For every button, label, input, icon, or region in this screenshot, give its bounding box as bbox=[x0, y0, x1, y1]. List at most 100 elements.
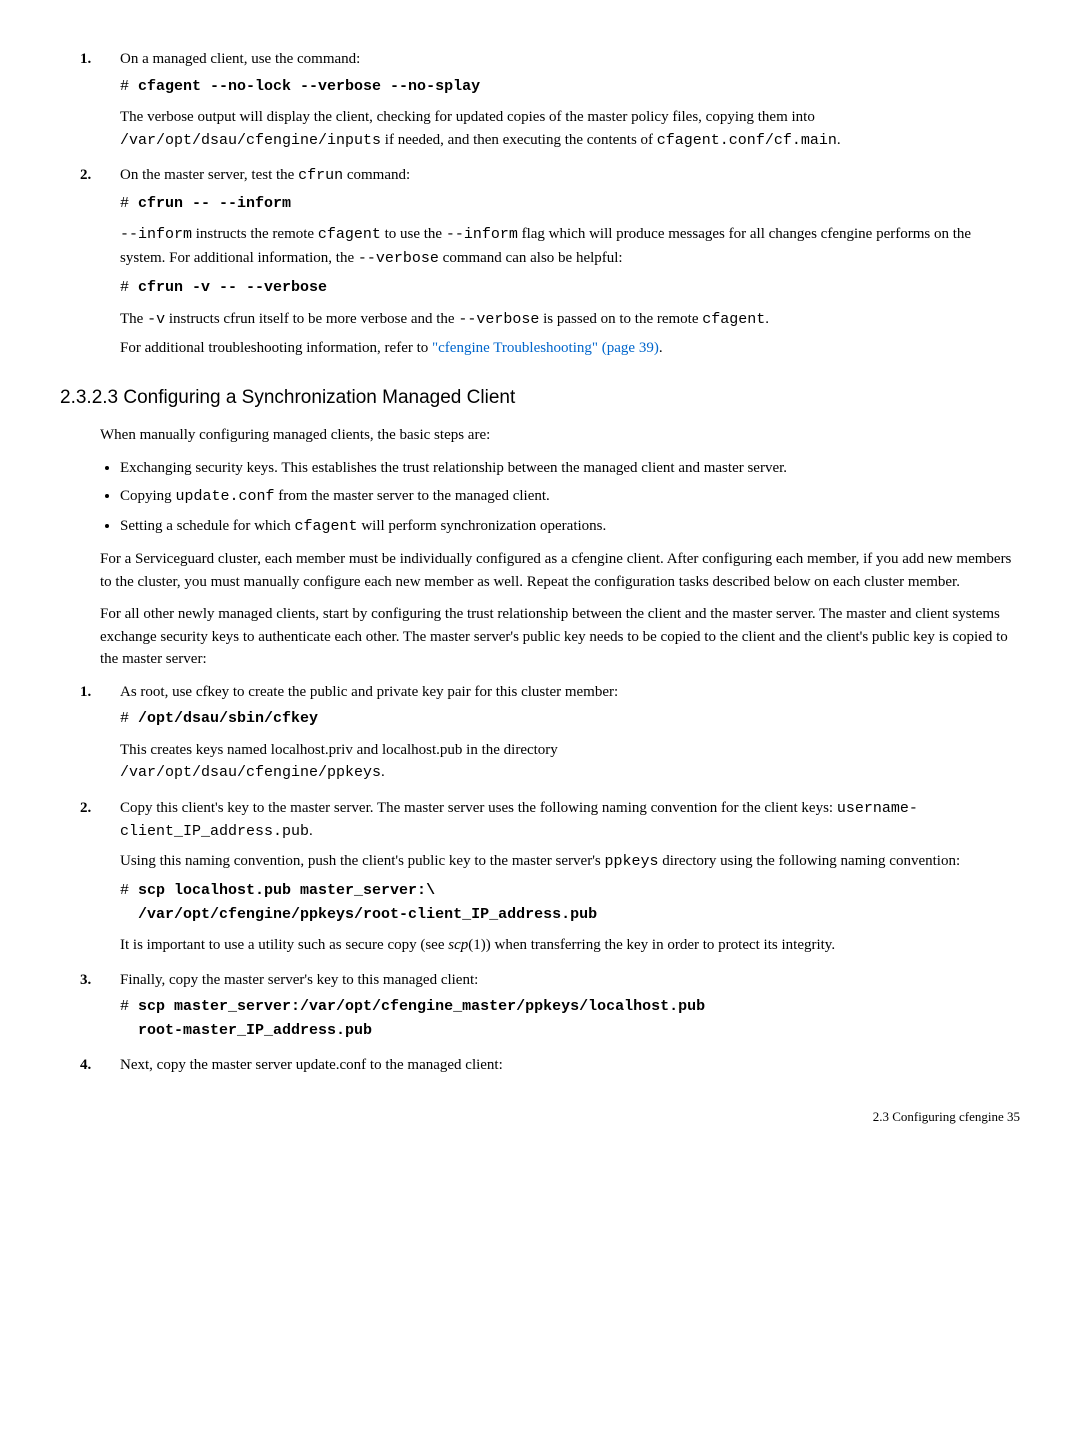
command-text-line-1: scp localhost.pub master_server:\ bbox=[138, 882, 435, 899]
text-fragment: will perform synchronization operations. bbox=[358, 518, 607, 534]
proc-step-3: 3. Finally, copy the master server's key… bbox=[120, 969, 1020, 1043]
text-fragment: Setting a schedule for which bbox=[120, 518, 295, 534]
dirname-text: ppkeys bbox=[604, 853, 658, 870]
bullet-item: Exchanging security keys. This establish… bbox=[120, 457, 1020, 480]
bullet-item: Copying update.conf from the master serv… bbox=[120, 485, 1020, 509]
section-bullets: Exchanging security keys. This establish… bbox=[60, 457, 1020, 539]
step-2-explanation-3: For additional troubleshooting informati… bbox=[120, 337, 1020, 360]
step-2-command-1: # cfrun -- --inform bbox=[120, 192, 1020, 216]
step-number: 1. bbox=[80, 48, 91, 71]
flag-text: -v bbox=[147, 311, 165, 328]
path-text: /var/opt/dsau/cfengine/ppkeys bbox=[120, 764, 381, 781]
text-fragment: . bbox=[659, 340, 663, 356]
proc-step-1-intro: As root, use cfkey to create the public … bbox=[120, 681, 1020, 704]
text-fragment: command can also be helpful: bbox=[439, 250, 623, 266]
text-fragment: instructs the remote bbox=[192, 226, 318, 242]
hash-prompt: # bbox=[120, 195, 138, 212]
proc-step-3-command: # scp master_server:/var/opt/cfengine_ma… bbox=[120, 995, 1020, 1042]
path-text: cfagent.conf/cf.main bbox=[657, 132, 837, 149]
command-text: /opt/dsau/sbin/cfkey bbox=[138, 710, 318, 727]
section-heading: 2.3.2.3 Configuring a Synchronization Ma… bbox=[60, 384, 1020, 413]
text-fragment: Using this naming convention, push the c… bbox=[120, 853, 604, 869]
step-number: 2. bbox=[80, 164, 91, 187]
hash-prompt: # bbox=[120, 78, 138, 95]
text-fragment: For additional troubleshooting informati… bbox=[120, 340, 432, 356]
text-fragment: is passed on to the remote bbox=[539, 311, 702, 327]
page-footer: 2.3 Configuring cfengine 35 bbox=[60, 1107, 1020, 1127]
cross-reference-link[interactable]: "cfengine Troubleshooting" (page 39) bbox=[432, 340, 659, 356]
hash-prompt: # bbox=[120, 279, 138, 296]
flag-text: --verbose bbox=[458, 311, 539, 328]
command-name: cfrun bbox=[298, 167, 343, 184]
text-fragment: from the master server to the managed cl… bbox=[274, 488, 549, 504]
command-name: cfagent bbox=[702, 311, 765, 328]
command-name: cfagent bbox=[295, 518, 358, 535]
text-fragment: . bbox=[381, 764, 385, 780]
command-indent bbox=[120, 1022, 138, 1039]
step-1-command: # cfagent --no-lock --verbose --no-splay bbox=[120, 75, 1020, 99]
proc-step-2-explanation-2: It is important to use a utility such as… bbox=[120, 934, 1020, 957]
command-name: cfagent bbox=[318, 226, 381, 243]
text-fragment: The bbox=[120, 311, 147, 327]
flag-text: --inform bbox=[446, 226, 518, 243]
proc-step-2-intro: Copy this client's key to the master ser… bbox=[120, 797, 1020, 844]
text-fragment: . bbox=[765, 311, 769, 327]
proc-step-2-explanation-1: Using this naming convention, push the c… bbox=[120, 850, 1020, 874]
command-text: cfrun -v -- --verbose bbox=[138, 279, 327, 296]
text-fragment: . bbox=[837, 132, 841, 148]
text-fragment: Copy this client's key to the master ser… bbox=[120, 800, 837, 816]
proc-step-2: 2. Copy this client's key to the master … bbox=[120, 797, 1020, 957]
command-text: cfagent --no-lock --verbose --no-splay bbox=[138, 78, 480, 95]
text-fragment: On the master server, test the bbox=[120, 167, 298, 183]
text-fragment: to use the bbox=[381, 226, 446, 242]
text-fragment: if needed, and then executing the conten… bbox=[381, 132, 657, 148]
hash-prompt: # bbox=[120, 882, 138, 899]
text-fragment: instructs cfrun itself to be more verbos… bbox=[165, 311, 458, 327]
path-text: /var/opt/dsau/cfengine/inputs bbox=[120, 132, 381, 149]
text-fragment: Copying bbox=[120, 488, 175, 504]
command-text-line-2: root-master_IP_address.pub bbox=[138, 1022, 372, 1039]
step-2-intro: On the master server, test the cfrun com… bbox=[120, 164, 1020, 188]
step-1-explanation: The verbose output will display the clie… bbox=[120, 106, 1020, 152]
section-para-1: For a Serviceguard cluster, each member … bbox=[100, 548, 1020, 593]
command-text: cfrun -- --inform bbox=[138, 195, 291, 212]
top-steps-list: 1. On a managed client, use the command:… bbox=[60, 48, 1020, 360]
step-1: 1. On a managed client, use the command:… bbox=[120, 48, 1020, 152]
step-number: 1. bbox=[80, 681, 91, 704]
bullet-item: Setting a schedule for which cfagent wil… bbox=[120, 515, 1020, 539]
proc-step-1-command: # /opt/dsau/sbin/cfkey bbox=[120, 707, 1020, 731]
text-fragment: (1)) when transferring the key in order … bbox=[468, 937, 835, 953]
proc-step-3-intro: Finally, copy the master server's key to… bbox=[120, 969, 1020, 992]
text-fragment: This creates keys named localhost.priv a… bbox=[120, 742, 558, 758]
text-fragment: command: bbox=[343, 167, 410, 183]
command-text-line-2: /var/opt/cfengine/ppkeys/root-client_IP_… bbox=[138, 906, 597, 923]
text-fragment: It is important to use a utility such as… bbox=[120, 937, 448, 953]
proc-step-1: 1. As root, use cfkey to create the publ… bbox=[120, 681, 1020, 785]
step-2-explanation-2: The -v instructs cfrun itself to be more… bbox=[120, 308, 1020, 332]
step-1-intro: On a managed client, use the command: bbox=[120, 48, 1020, 71]
step-2-command-2: # cfrun -v -- --verbose bbox=[120, 276, 1020, 300]
proc-step-2-command: # scp localhost.pub master_server:\ /var… bbox=[120, 879, 1020, 926]
hash-prompt: # bbox=[120, 998, 138, 1015]
command-indent bbox=[120, 906, 138, 923]
manpage-name: scp bbox=[448, 937, 468, 953]
flag-text: --verbose bbox=[358, 250, 439, 267]
hash-prompt: # bbox=[120, 710, 138, 727]
proc-step-1-explanation: This creates keys named localhost.priv a… bbox=[120, 739, 1020, 785]
text-fragment: The verbose output will display the clie… bbox=[120, 109, 815, 125]
step-2: 2. On the master server, test the cfrun … bbox=[120, 164, 1020, 360]
section-para-2: For all other newly managed clients, sta… bbox=[100, 603, 1020, 671]
flag-text: --inform bbox=[120, 226, 192, 243]
step-number: 3. bbox=[80, 969, 91, 992]
step-number: 2. bbox=[80, 797, 91, 820]
text-fragment: directory using the following naming con… bbox=[659, 853, 961, 869]
filename-text: update.conf bbox=[175, 488, 274, 505]
proc-step-4-intro: Next, copy the master server update.conf… bbox=[120, 1054, 1020, 1077]
proc-step-4: 4. Next, copy the master server update.c… bbox=[120, 1054, 1020, 1077]
text-fragment: . bbox=[309, 823, 313, 839]
procedure-steps-list: 1. As root, use cfkey to create the publ… bbox=[60, 681, 1020, 1077]
command-text-line-1: scp master_server:/var/opt/cfengine_mast… bbox=[138, 998, 705, 1015]
step-2-explanation-1: --inform instructs the remote cfagent to… bbox=[120, 223, 1020, 270]
section-intro: When manually configuring managed client… bbox=[100, 424, 1020, 447]
step-number: 4. bbox=[80, 1054, 91, 1077]
